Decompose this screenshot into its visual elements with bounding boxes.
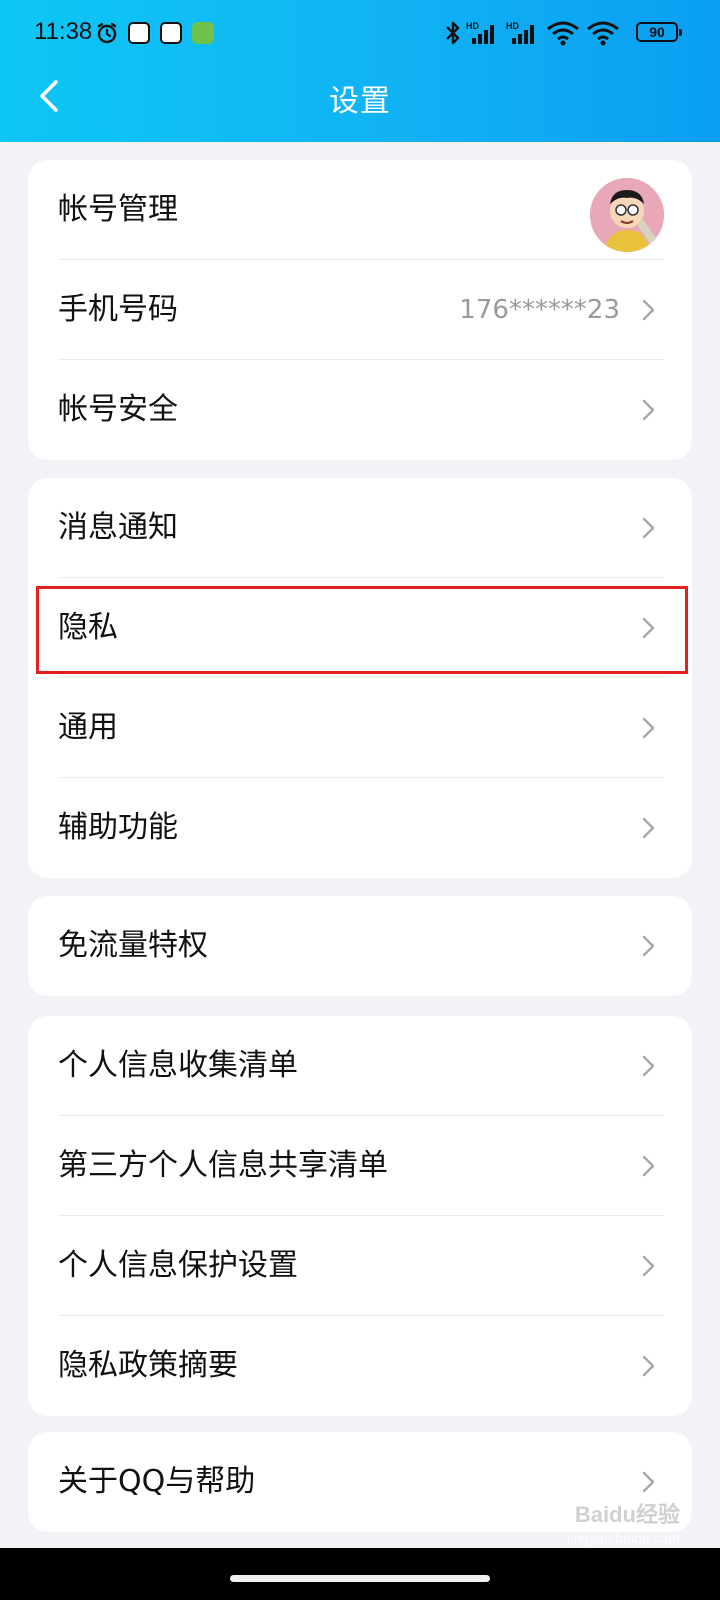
battery-icon: 90 bbox=[636, 22, 682, 42]
status-bar: 11:38 HD HD 90 bbox=[0, 14, 720, 54]
avatar-image bbox=[590, 178, 664, 252]
svg-text:HD: HD bbox=[506, 21, 519, 31]
alarm-icon bbox=[97, 22, 117, 44]
chevron-right-icon bbox=[642, 1155, 655, 1177]
system-nav-bar bbox=[0, 1548, 720, 1600]
settings-item-account-security[interactable]: 帐号安全 bbox=[28, 360, 692, 460]
chevron-right-icon bbox=[642, 399, 655, 421]
settings-item-label: 消息通知 bbox=[58, 510, 178, 545]
settings-item-label: 隐私政策摘要 bbox=[58, 1348, 238, 1383]
avatar[interactable] bbox=[590, 178, 664, 252]
settings-item-label: 个人信息收集清单 bbox=[58, 1048, 298, 1083]
settings-item-info-protection-settings[interactable]: 个人信息保护设置 bbox=[28, 1216, 692, 1316]
settings-group-account: 帐号管理 手机号码 176******23 帐号安全 bbox=[28, 160, 692, 460]
settings-item-privacy-policy-summary[interactable]: 隐私政策摘要 bbox=[28, 1316, 692, 1416]
settings-item-label: 帐号安全 bbox=[58, 392, 178, 427]
settings-item-account-management[interactable]: 帐号管理 bbox=[28, 160, 692, 260]
chevron-right-icon bbox=[642, 299, 655, 321]
settings-item-privacy[interactable]: 隐私 bbox=[28, 578, 692, 678]
status-time: 11:38 bbox=[34, 18, 93, 45]
settings-group-general: 消息通知 隐私 通用 辅助功能 bbox=[28, 478, 692, 878]
nav-bar: 设置 bbox=[0, 62, 720, 132]
signal-icon: HD bbox=[506, 21, 534, 44]
settings-group-personal-info: 个人信息收集清单 第三方个人信息共享清单 个人信息保护设置 隐私政策摘要 bbox=[28, 1016, 692, 1416]
settings-item-label: 个人信息保护设置 bbox=[58, 1248, 298, 1283]
app-notification-icon bbox=[160, 22, 182, 44]
header: 11:38 HD HD 90 设置 bbox=[0, 0, 720, 142]
settings-item-general[interactable]: 通用 bbox=[28, 678, 692, 778]
settings-item-label: 免流量特权 bbox=[58, 928, 208, 963]
page-title: 设置 bbox=[329, 84, 391, 119]
settings-item-phone-number[interactable]: 手机号码 176******23 bbox=[28, 260, 692, 360]
chevron-right-icon bbox=[642, 935, 655, 957]
app-notification-icon bbox=[192, 22, 214, 44]
app-notification-icon bbox=[128, 22, 150, 44]
bluetooth-icon bbox=[446, 21, 460, 45]
settings-item-label: 通用 bbox=[58, 710, 118, 745]
chevron-right-icon bbox=[642, 617, 655, 639]
settings-item-label: 辅助功能 bbox=[58, 810, 178, 845]
chevron-right-icon bbox=[642, 1471, 655, 1493]
wifi-icon bbox=[587, 21, 619, 46]
chevron-right-icon bbox=[642, 517, 655, 539]
watermark-url: jingyan.baidu.com bbox=[567, 1530, 680, 1546]
signal-icon: HD bbox=[466, 21, 494, 44]
settings-item-third-party-sharing-list[interactable]: 第三方个人信息共享清单 bbox=[28, 1116, 692, 1216]
settings-group-data-plan: 免流量特权 bbox=[28, 896, 692, 996]
settings-item-accessibility[interactable]: 辅助功能 bbox=[28, 778, 692, 878]
settings-item-label: 隐私 bbox=[58, 610, 118, 645]
svg-text:HD: HD bbox=[466, 21, 479, 31]
settings-item-label: 关于QQ与帮助 bbox=[58, 1464, 256, 1499]
chevron-right-icon bbox=[642, 1055, 655, 1077]
settings-item-notifications[interactable]: 消息通知 bbox=[28, 478, 692, 578]
settings-item-label: 第三方个人信息共享清单 bbox=[58, 1148, 388, 1183]
chevron-right-icon bbox=[642, 717, 655, 739]
settings-item-free-data[interactable]: 免流量特权 bbox=[28, 896, 692, 996]
settings-item-info-collection-list[interactable]: 个人信息收集清单 bbox=[28, 1016, 692, 1116]
chevron-right-icon bbox=[642, 1355, 655, 1377]
home-indicator[interactable] bbox=[230, 1575, 490, 1582]
chevron-right-icon bbox=[642, 817, 655, 839]
settings-item-label: 帐号管理 bbox=[58, 192, 178, 227]
settings-item-label: 手机号码 bbox=[58, 292, 178, 327]
wifi-icon bbox=[547, 21, 579, 46]
phone-number-value: 176******23 bbox=[459, 295, 620, 325]
chevron-right-icon bbox=[642, 1255, 655, 1277]
